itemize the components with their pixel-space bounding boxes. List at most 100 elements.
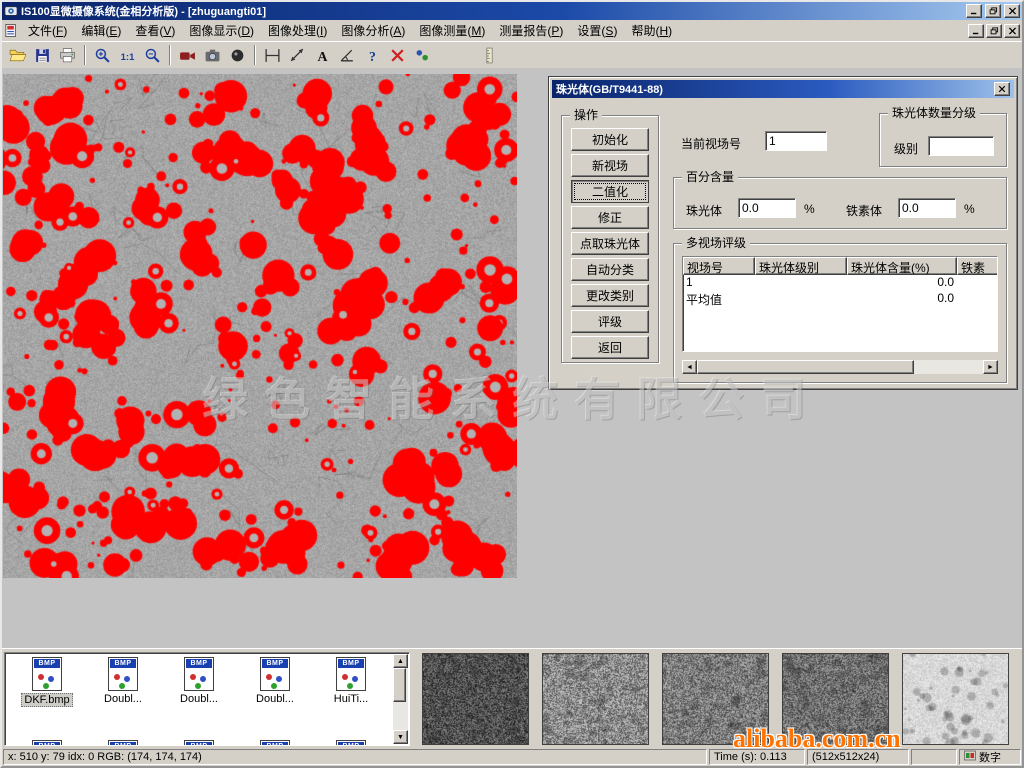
op-button-change-category[interactable]: 更改类别 xyxy=(571,284,649,307)
file-item[interactable]: BMPDoubl... xyxy=(161,657,237,707)
table-hscrollbar[interactable]: ◄ ► xyxy=(682,360,998,374)
toolbar-button-actual-size[interactable]: 1:1 xyxy=(115,44,140,67)
column-header[interactable]: 视场号 xyxy=(683,257,755,275)
multifield-header-row: 视场号珠光体级别珠光体含量(%)铁素 xyxy=(683,257,997,275)
menu-item-measure-report[interactable]: 测量报告(P) xyxy=(492,19,570,42)
file-item[interactable]: BMPHuiTi... xyxy=(313,657,389,707)
op-button-initialize[interactable]: 初始化 xyxy=(571,128,649,151)
file-item[interactable]: BMP xyxy=(85,740,161,746)
file-item[interactable]: BMPDoubl... xyxy=(237,657,313,707)
file-item[interactable]: BMPDKF.bmp xyxy=(9,657,85,707)
menu-item-image-measure[interactable]: 图像测量(M) xyxy=(412,19,492,42)
toolbar-button-video-capture[interactable] xyxy=(175,44,200,67)
toolbar-button-ruler[interactable] xyxy=(477,44,502,67)
digital-mode-icon xyxy=(964,750,976,764)
image-thumbnail[interactable] xyxy=(782,653,889,745)
scrollbar-track[interactable] xyxy=(393,668,408,730)
bmp-file-icon: BMP xyxy=(336,740,366,746)
file-item[interactable]: BMP xyxy=(237,740,313,746)
image-thumbnail[interactable] xyxy=(902,653,1009,745)
scroll-right-button[interactable]: ► xyxy=(983,360,998,374)
pearlite-percent-input[interactable] xyxy=(738,198,796,218)
scrollbar-thumb[interactable] xyxy=(697,360,914,374)
scroll-left-button[interactable]: ◄ xyxy=(682,360,697,374)
level-input[interactable] xyxy=(928,136,994,156)
toolbar-button-camera-capture[interactable] xyxy=(200,44,225,67)
minimize-button[interactable] xyxy=(966,4,982,18)
pearlite-unit: % xyxy=(804,202,815,216)
micrograph-image[interactable] xyxy=(3,74,517,578)
toolbar-button-measure-caliper[interactable] xyxy=(260,44,285,67)
bmp-badge: BMP xyxy=(338,742,364,746)
mdi-minimize-button[interactable] xyxy=(968,24,984,38)
file-item[interactable]: BMP xyxy=(313,740,389,746)
op-button-return[interactable]: 返回 xyxy=(571,336,649,359)
dialog-title-bar[interactable]: 珠光体(GB/T9441-88) xyxy=(552,80,1014,98)
file-item[interactable]: BMP xyxy=(9,740,85,746)
status-position: x: 510 y: 79 idx: 0 RGB: (174, 174, 174) xyxy=(3,749,707,765)
app-window: IS100显微摄像系统(金相分析版) - [zhuguangti01] 文件(F… xyxy=(0,0,1024,768)
menu-item-image-process[interactable]: 图像处理(I) xyxy=(261,19,334,42)
file-item[interactable]: BMPDoubl... xyxy=(85,657,161,707)
menu-item-file[interactable]: 文件(F) xyxy=(21,19,74,42)
ferrite-percent-input[interactable] xyxy=(898,198,956,218)
file-list-box: BMPDKF.bmpBMPDoubl...BMPDoubl...BMPDoubl… xyxy=(4,652,410,746)
print-icon xyxy=(59,47,76,64)
restore-button[interactable] xyxy=(985,4,1001,18)
file-item[interactable]: BMP xyxy=(161,740,237,746)
table-cell xyxy=(957,275,998,291)
toolbar-button-zoom-in[interactable] xyxy=(90,44,115,67)
op-button-correct[interactable]: 修正 xyxy=(571,206,649,229)
table-cell: 1 xyxy=(683,275,755,291)
scroll-down-button[interactable]: ▼ xyxy=(393,730,408,744)
op-button-binarize[interactable]: 二值化 xyxy=(571,180,649,203)
mdi-close-button[interactable] xyxy=(1004,24,1020,38)
op-button-auto-classify[interactable]: 自动分类 xyxy=(571,258,649,281)
bmp-badge: BMP xyxy=(338,659,364,668)
file-list-scrollbar[interactable]: ▲ ▼ xyxy=(393,654,408,744)
dialog-close-button[interactable] xyxy=(994,82,1010,96)
file-name: Doubl... xyxy=(178,693,220,705)
toolbar-button-delete-measure[interactable] xyxy=(385,44,410,67)
file-list: BMPDKF.bmpBMPDoubl...BMPDoubl...BMPDoubl… xyxy=(5,653,409,707)
menu-item-image-display[interactable]: 图像显示(D) xyxy=(182,19,261,42)
scrollbar-thumb[interactable] xyxy=(393,668,406,702)
image-thumbnail[interactable] xyxy=(422,653,529,745)
op-button-new-field[interactable]: 新视场 xyxy=(571,154,649,177)
table-row[interactable]: 平均值0.0 xyxy=(683,291,997,307)
op-button-pick-pearlite[interactable]: 点取珠光体 xyxy=(571,232,649,255)
menu-item-view[interactable]: 查看(V) xyxy=(128,19,182,42)
toolbar-button-save-file[interactable] xyxy=(30,44,55,67)
column-header[interactable]: 珠光体含量(%) xyxy=(847,257,957,275)
toolbar-button-count-objects[interactable] xyxy=(410,44,435,67)
mdi-restore-button[interactable] xyxy=(986,24,1002,38)
current-field-input[interactable] xyxy=(765,131,827,151)
column-header[interactable]: 铁素 xyxy=(957,257,998,275)
column-header[interactable]: 珠光体级别 xyxy=(755,257,847,275)
operation-group: 操作 初始化新视场二值化修正点取珠光体自动分类更改类别评级返回 xyxy=(561,115,659,363)
menu-item-settings[interactable]: 设置(S) xyxy=(570,19,624,42)
toolbar-button-snapshot[interactable] xyxy=(225,44,250,67)
menu-item-help[interactable]: 帮助(H) xyxy=(624,19,679,42)
op-button-rate[interactable]: 评级 xyxy=(571,310,649,333)
image-thumbnail[interactable] xyxy=(662,653,769,745)
menu-item-image-analysis[interactable]: 图像分析(A) xyxy=(334,19,412,42)
title-bar[interactable]: IS100显微摄像系统(金相分析版) - [zhuguangti01] xyxy=(2,2,1022,20)
toolbar-button-text-annotation[interactable]: A xyxy=(310,44,335,67)
table-cell: 0.0 xyxy=(847,291,957,307)
toolbar-button-measure-angle[interactable] xyxy=(335,44,360,67)
percent-group-label: 百分含量 xyxy=(682,170,738,184)
menu-item-edit[interactable]: 编辑(E) xyxy=(74,19,128,42)
toolbar-button-measure-distance[interactable] xyxy=(285,44,310,67)
bmp-file-icon: BMP xyxy=(260,657,290,691)
table-row[interactable]: 10.0 xyxy=(683,275,997,291)
toolbar-button-help[interactable]: ? xyxy=(360,44,385,67)
toolbar-button-open-file[interactable] xyxy=(5,44,30,67)
toolbar-button-zoom-out[interactable] xyxy=(140,44,165,67)
close-button[interactable] xyxy=(1004,4,1020,18)
scrollbar-track[interactable] xyxy=(697,360,983,374)
toolbar-button-print[interactable] xyxy=(55,44,80,67)
scroll-up-button[interactable]: ▲ xyxy=(393,654,408,668)
image-thumbnail[interactable] xyxy=(542,653,649,745)
multifield-table[interactable]: 视场号珠光体级别珠光体含量(%)铁素 10.0平均值0.0 xyxy=(682,256,998,352)
